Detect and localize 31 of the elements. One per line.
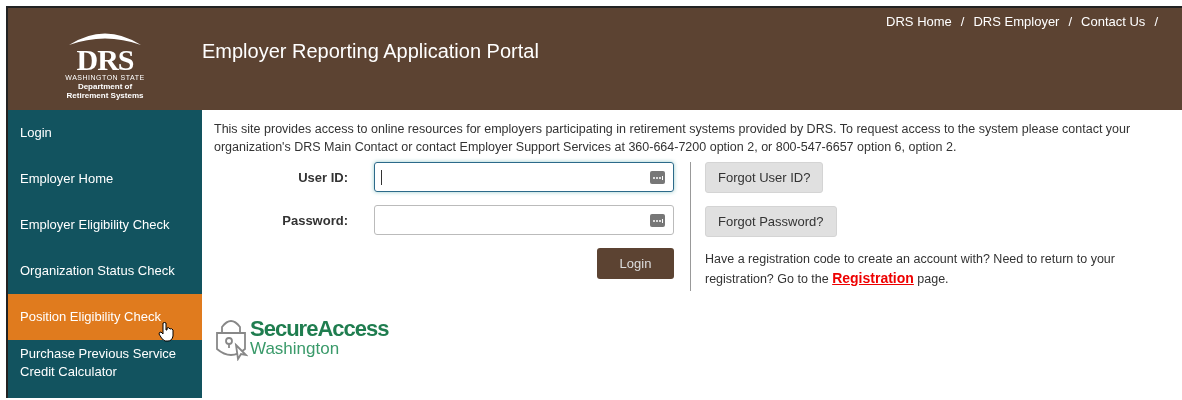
field-label: Password: — [281, 212, 349, 228]
password-manager-icon[interactable] — [650, 170, 665, 184]
sidebar-item[interactable]: Employer Home — [8, 156, 202, 202]
sidebar-item[interactable]: Purchase Previous Service Credit Calculator — [8, 340, 202, 386]
logo-letters: DRS — [76, 46, 134, 74]
registration-link[interactable]: Registration — [832, 270, 914, 286]
forgot-button[interactable]: Forgot Password? — [705, 206, 837, 237]
sidebar-item[interactable]: Login — [8, 110, 202, 156]
logo-line: Department of — [77, 82, 133, 91]
secure-access-region: Washington — [250, 339, 341, 359]
portal-title: Employer Reporting Application Portal — [202, 40, 539, 64]
padlock-icon — [214, 317, 248, 361]
sidebar-item[interactable]: Organization Status Check — [8, 248, 202, 294]
header-link[interactable]: Contact Us — [1081, 14, 1146, 29]
secure-access-name: SecureAccess — [250, 319, 389, 339]
header-link[interactable]: DRS Home — [886, 14, 952, 29]
hand-cursor-icon — [158, 322, 174, 342]
login-button[interactable]: Login — [597, 248, 674, 279]
intro-text: This site provides access to online resources for employers participating in retirement systems provided by DRS. To request access to the system please contact your organization's DRS Main Contact or contact Employer Support Services at 360-664-7200 option 2, or 800-547-6657 option 6, option 2. — [214, 121, 1132, 156]
header-link[interactable]: DRS Employer — [973, 14, 1060, 29]
forgot-button[interactable]: Forgot User ID? — [705, 162, 824, 193]
link-separator: / — [960, 14, 965, 29]
input-field[interactable] — [374, 162, 674, 192]
link-separator: / — [1154, 14, 1158, 29]
password-manager-icon[interactable] — [650, 213, 665, 227]
logo-line: Retirement Systems — [66, 91, 144, 100]
field-label: User ID: — [297, 169, 349, 185]
sidebar-item[interactable]: Employer Eligibility Check — [8, 202, 202, 248]
link-separator: / — [1068, 14, 1073, 29]
registration-text: Have a registration code to create an account with? Need to return to your registration? Go to the Registration page. — [705, 251, 1116, 288]
input-field[interactable] — [374, 205, 674, 235]
